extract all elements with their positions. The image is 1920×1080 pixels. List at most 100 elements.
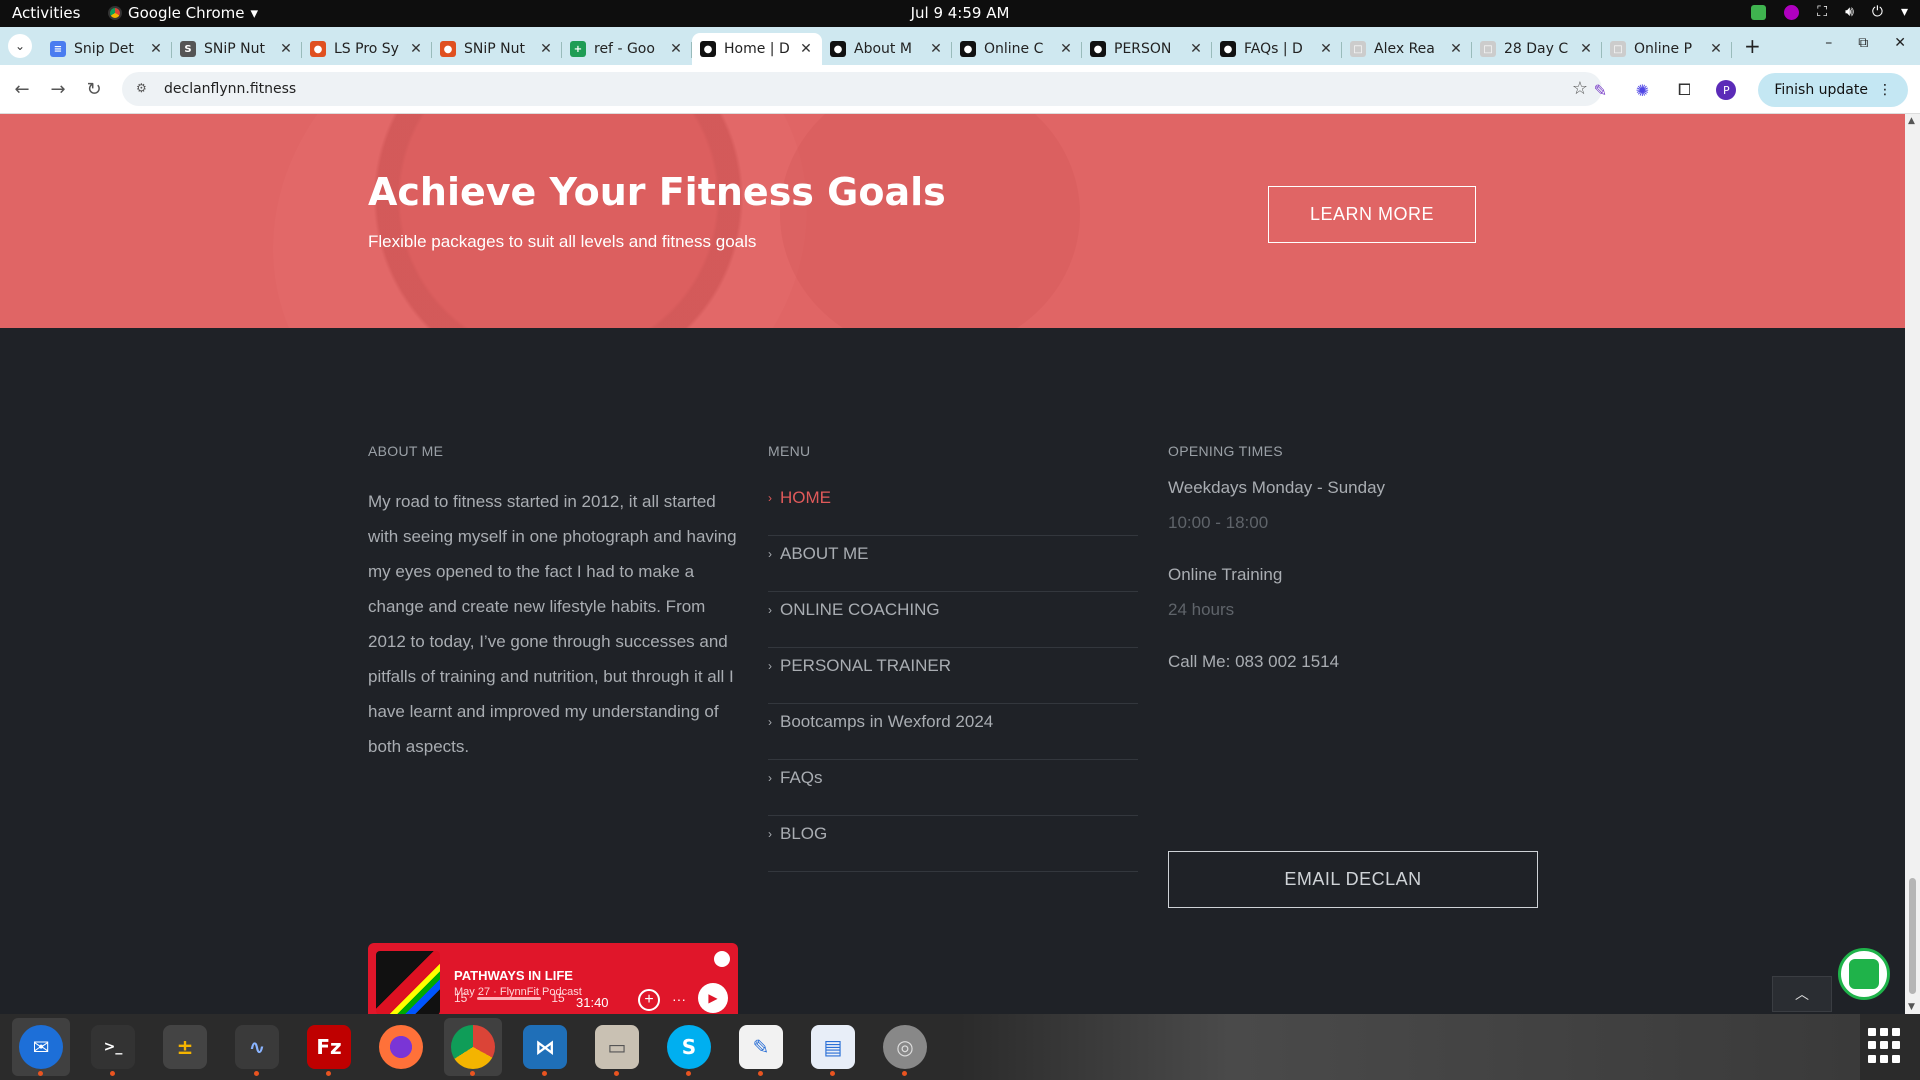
firefox-icon: [379, 1025, 423, 1069]
browser-tab[interactable]: □ Online P ✕: [1602, 33, 1732, 65]
close-tab-icon[interactable]: ✕: [1188, 41, 1204, 57]
back-button[interactable]: ←: [4, 79, 40, 100]
dock-thunderbird[interactable]: ✉: [12, 1018, 70, 1076]
browser-tab[interactable]: □ 28 Day C ✕: [1472, 33, 1602, 65]
footer-menu-item[interactable]: › ABOUT ME: [768, 536, 1138, 592]
browser-tab[interactable]: ● Home | D ✕: [692, 33, 822, 65]
spotify-embed[interactable]: PATHWAYS IN LIFE May 27 · FlynnFit Podca…: [368, 943, 738, 1014]
forward-button[interactable]: →: [40, 79, 76, 100]
rewind-15-icon[interactable]: 15: [454, 991, 467, 1005]
power-icon[interactable]: ⏻: [1872, 4, 1883, 20]
browser-toolbar: ← → ↻ ⚙ declanflynn.fitness ☆ ✎ ✺ ⧠ P Fi…: [0, 65, 1920, 114]
progress-bar[interactable]: [477, 996, 542, 1000]
dock-vscode[interactable]: ⋈: [516, 1018, 574, 1076]
clock[interactable]: Jul 9 4:59 AM: [0, 4, 1920, 22]
activities-button[interactable]: Activities: [12, 4, 80, 22]
page-scrollbar[interactable]: ▲ ▼: [1905, 114, 1920, 1014]
call-me-text[interactable]: Call Me: 083 002 1514: [1168, 652, 1548, 687]
chevron-right-icon: ›: [768, 827, 772, 841]
close-tab-icon[interactable]: ✕: [1058, 41, 1074, 57]
gear-extension-icon[interactable]: ✺: [1632, 80, 1652, 100]
play-icon[interactable]: ▶: [698, 983, 728, 1013]
url-text[interactable]: declanflynn.fitness: [164, 81, 296, 97]
playback-controls: 15 15: [454, 991, 565, 1005]
dock-terminal[interactable]: >_: [84, 1018, 142, 1076]
close-tab-icon[interactable]: ✕: [798, 41, 814, 57]
browser-tab[interactable]: ● FAQs | D ✕: [1212, 33, 1342, 65]
dock-firefox[interactable]: [372, 1018, 430, 1076]
close-tab-icon[interactable]: ✕: [278, 41, 294, 57]
dock-disks[interactable]: ◎: [876, 1018, 934, 1076]
browser-tab[interactable]: ≡ Snip Det ✕: [42, 33, 172, 65]
forward-15-icon[interactable]: 15: [551, 991, 564, 1005]
close-tab-icon[interactable]: ✕: [148, 41, 164, 57]
dock-libreoffice-writer[interactable]: ▤: [804, 1018, 862, 1076]
scrollbar-thumb[interactable]: [1909, 878, 1916, 994]
browser-tab[interactable]: S SNiP Nut ✕: [172, 33, 302, 65]
dock-system-monitor[interactable]: ∿: [228, 1018, 286, 1076]
footer-menu-item[interactable]: › ONLINE COACHING: [768, 592, 1138, 648]
close-tab-icon[interactable]: ✕: [538, 41, 554, 57]
footer-menu-item[interactable]: › FAQs: [768, 760, 1138, 816]
footer-menu-item[interactable]: › Bootcamps in Wexford 2024: [768, 704, 1138, 760]
bookmark-star-icon[interactable]: ☆: [1572, 78, 1588, 99]
episode-title[interactable]: PATHWAYS IN LIFE: [454, 968, 582, 983]
weight-plate-image: [210, 114, 870, 328]
browser-tab[interactable]: □ Alex Rea ✕: [1342, 33, 1472, 65]
show-apps-button[interactable]: [1868, 1028, 1904, 1064]
browser-tab[interactable]: + ref - Goo ✕: [562, 33, 692, 65]
profile-avatar[interactable]: P: [1716, 80, 1737, 100]
email-declan-button[interactable]: EMAIL DECLAN: [1168, 851, 1538, 908]
pen-extension-icon[interactable]: ✎: [1590, 80, 1610, 100]
footer-menu-item[interactable]: › HOME: [768, 480, 1138, 536]
system-tray[interactable]: ⛶ 🔊︎ ⏻ ▾: [1751, 4, 1908, 20]
dock-text-editor[interactable]: ✎: [732, 1018, 790, 1076]
extensions-puzzle-icon[interactable]: ⧠: [1674, 80, 1694, 100]
dock-files[interactable]: ▭: [588, 1018, 646, 1076]
dock-filezilla[interactable]: Fz: [300, 1018, 358, 1076]
network-icon[interactable]: ⛶: [1817, 4, 1827, 20]
volume-icon[interactable]: 🔊︎: [1845, 4, 1854, 20]
spotify-logo-icon[interactable]: [714, 951, 730, 967]
minimize-icon[interactable]: –: [1825, 35, 1832, 51]
tab-search-button[interactable]: ⌄: [8, 34, 32, 58]
scroll-up-arrow-icon[interactable]: ▲: [1908, 116, 1915, 126]
reload-button[interactable]: ↻: [76, 79, 112, 100]
close-tab-icon[interactable]: ✕: [1448, 41, 1464, 57]
browser-tab[interactable]: ● PERSON ✕: [1082, 33, 1212, 65]
footer-menu-item[interactable]: › BLOG: [768, 816, 1138, 872]
close-window-icon[interactable]: ✕: [1894, 35, 1906, 51]
browser-tab[interactable]: ● About M ✕: [822, 33, 952, 65]
new-tab-button[interactable]: +: [1744, 34, 1761, 58]
grid-dot: [1892, 1041, 1900, 1050]
app-indicator-icon[interactable]: [1784, 4, 1800, 20]
restore-icon[interactable]: ⧉: [1858, 35, 1868, 51]
chat-widget-button[interactable]: [1838, 948, 1890, 1000]
update-icon[interactable]: [1751, 4, 1767, 20]
caret-down-icon[interactable]: ▾: [1901, 4, 1908, 20]
close-tab-icon[interactable]: ✕: [928, 41, 944, 57]
close-tab-icon[interactable]: ✕: [668, 41, 684, 57]
close-tab-icon[interactable]: ✕: [408, 41, 424, 57]
more-options-icon[interactable]: ···: [672, 991, 686, 1007]
finish-update-button[interactable]: Finish update ⋮: [1758, 73, 1908, 107]
close-tab-icon[interactable]: ✕: [1578, 41, 1594, 57]
browser-tab[interactable]: ● Online C ✕: [952, 33, 1082, 65]
dock-skype[interactable]: S: [660, 1018, 718, 1076]
address-bar[interactable]: ⚙ declanflynn.fitness ☆: [122, 72, 1602, 106]
browser-tab[interactable]: ● SNiP Nut ✕: [432, 33, 562, 65]
dock-calculator[interactable]: ±: [156, 1018, 214, 1076]
app-menu[interactable]: Google Chrome ▾: [108, 4, 258, 22]
add-episode-icon[interactable]: +: [638, 989, 660, 1011]
close-tab-icon[interactable]: ✕: [1318, 41, 1334, 57]
footer-menu-item[interactable]: › PERSONAL TRAINER: [768, 648, 1138, 704]
browser-tab[interactable]: ● LS Pro Sy ✕: [302, 33, 432, 65]
running-indicator: [110, 1071, 115, 1076]
dock-chrome[interactable]: [444, 1018, 502, 1076]
site-info-icon[interactable]: ⚙: [136, 81, 152, 97]
scroll-down-arrow-icon[interactable]: ▼: [1908, 1002, 1915, 1012]
scroll-to-top-button[interactable]: ︿: [1772, 976, 1832, 1012]
learn-more-button[interactable]: LEARN MORE: [1268, 186, 1476, 243]
podcast-cover-image[interactable]: [376, 951, 440, 1014]
close-tab-icon[interactable]: ✕: [1708, 41, 1724, 57]
